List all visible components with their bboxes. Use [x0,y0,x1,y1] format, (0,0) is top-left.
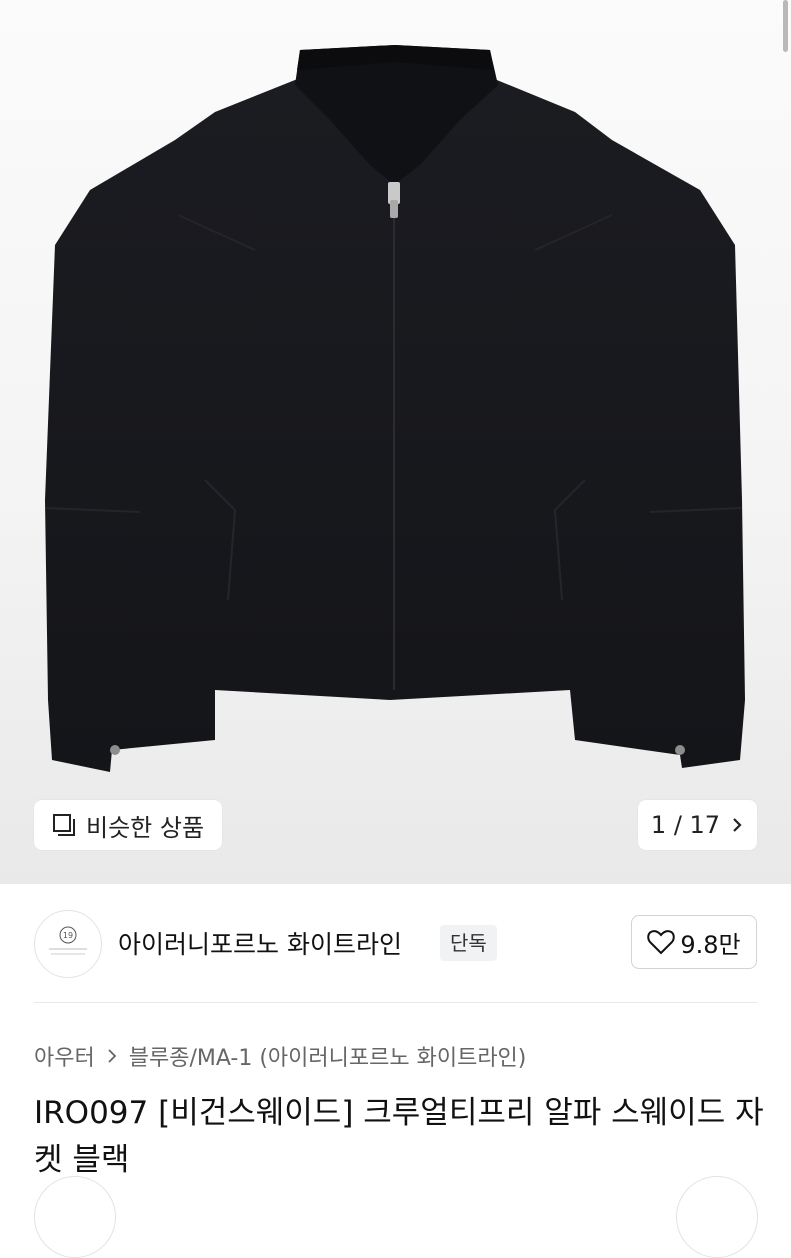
brand-logo[interactable]: 19 [34,910,102,978]
brand-name[interactable]: 아이러니포르노 화이트라인 [118,925,402,961]
product-image-viewer[interactable]: 비슷한 상품 1 / 17 [0,0,791,884]
divider [34,1002,757,1003]
like-count: 9.8만 [680,930,741,959]
logo-mark: 19 [63,931,73,940]
product-title: IRO097 [비건스웨이드] 크루얼티프리 알파 스웨이드 자켓 블랙 [34,1095,764,1178]
breadcrumb: 아우터 블루종/MA-1 (아이러니포르노 화이트라인) [34,1040,526,1072]
scrollbar[interactable] [783,0,788,52]
image-counter: 1 / 17 [650,811,721,839]
product-image [45,45,745,772]
similar-items-icon [52,813,76,837]
breadcrumb-category[interactable]: 블루종/MA-1 (아이러니포르노 화이트라인) [129,1040,527,1072]
chevron-right-icon [730,816,744,834]
heart-icon [647,929,676,955]
exclusive-badge: 단독 [440,925,497,961]
chevron-right-icon [107,1048,117,1064]
floating-button-right[interactable] [676,1176,758,1258]
floating-button-left[interactable] [34,1176,116,1258]
similar-products-label: 비슷한 상품 [86,813,205,842]
like-button[interactable]: 9.8만 [631,915,757,969]
breadcrumb-outer[interactable]: 아우터 [34,1040,95,1072]
image-counter-button[interactable]: 1 / 17 [638,800,757,850]
similar-products-button[interactable]: 비슷한 상품 [34,800,222,850]
